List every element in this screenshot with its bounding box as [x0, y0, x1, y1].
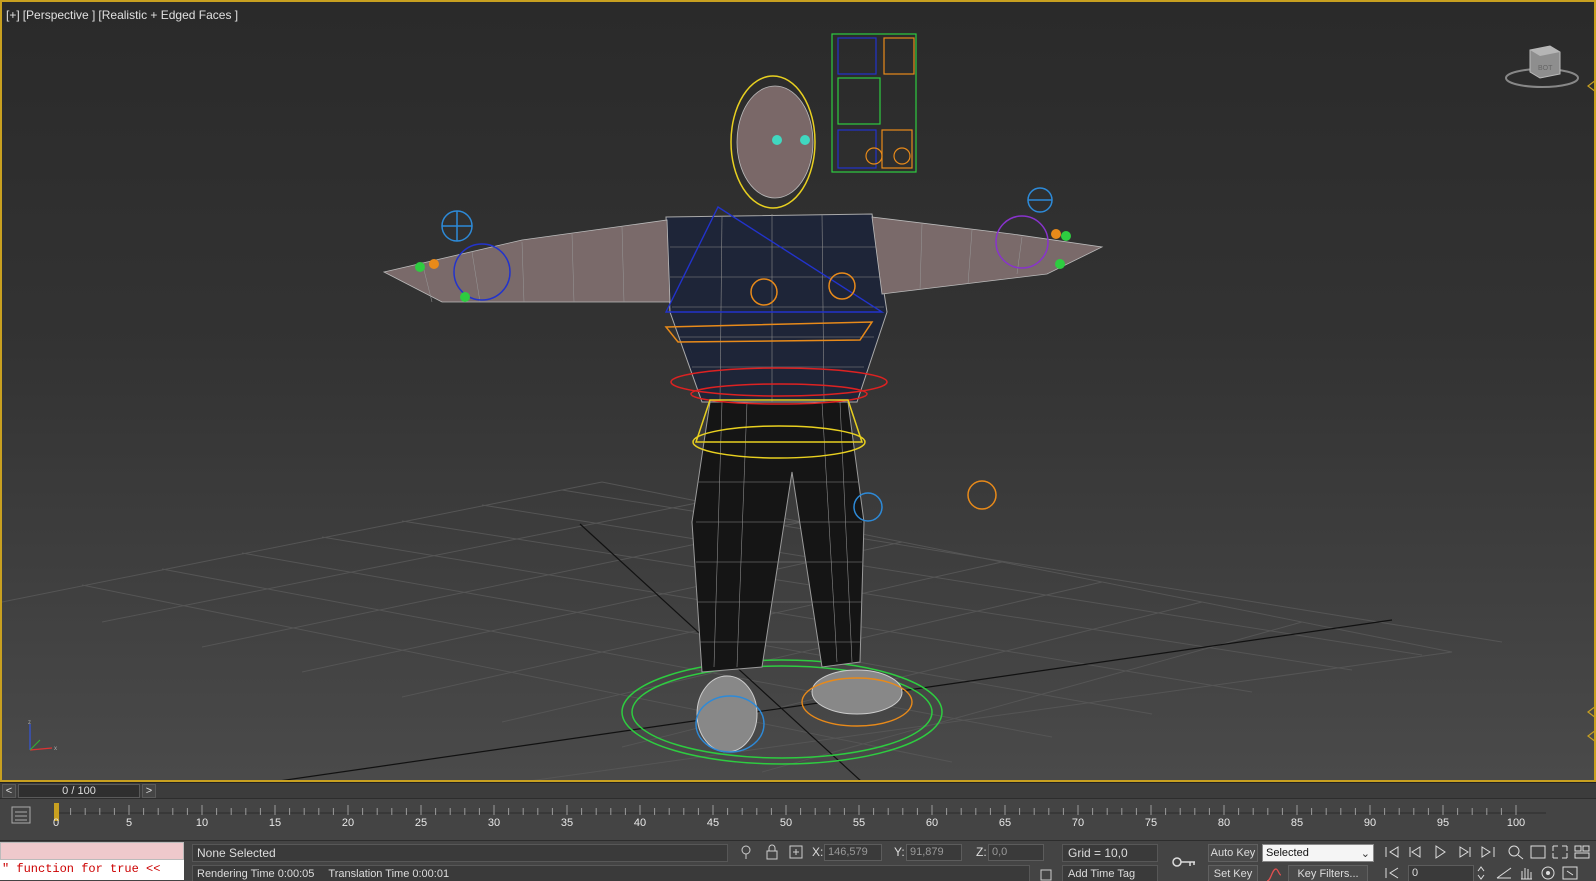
- trackbar-ruler[interactable]: 0 5 10 15 20 25 30 35 40 45 50 55 60 65 70 75 80 85 90 95 10…: [52, 803, 1546, 833]
- scene-canvas[interactable]: [2, 2, 1596, 782]
- svg-text:x: x: [54, 746, 57, 752]
- rendering-time: Rendering Time 0:00:05: [197, 868, 315, 880]
- viewport-general-menu[interactable]: [+]: [6, 8, 20, 22]
- trackbar-tick-label: 60: [925, 817, 939, 829]
- character-head[interactable]: [730, 75, 816, 209]
- prompt-line: Rendering Time 0:00:05 Translation Time 0…: [192, 865, 1030, 881]
- orbit-icon[interactable]: [1538, 864, 1558, 881]
- set-key-button[interactable]: Set Key: [1208, 865, 1258, 881]
- current-frame-field[interactable]: 0: [1408, 865, 1474, 881]
- y-coord-field[interactable]: 91,879: [906, 844, 962, 861]
- viewport-point-of-view-menu[interactable]: [Perspective ]: [23, 8, 96, 22]
- selection-lock-icon[interactable]: [764, 844, 780, 860]
- time-slider[interactable]: < 0 / 100 >: [0, 782, 1596, 798]
- frame-spinner-icon[interactable]: [1476, 864, 1486, 881]
- trackbar-tick-label: 70: [1071, 817, 1085, 829]
- trackbar-tick-label: 95: [1436, 817, 1450, 829]
- maximize-viewport-icon[interactable]: [1560, 864, 1580, 881]
- trackbar-tick-label: 55: [852, 817, 866, 829]
- trackbar-tick-label: 65: [998, 817, 1012, 829]
- maxscript-input[interactable]: [0, 842, 184, 860]
- go-to-end-icon[interactable]: [1478, 843, 1498, 861]
- main-control-circle[interactable]: [621, 659, 943, 765]
- time-slider-next-button[interactable]: >: [142, 784, 156, 798]
- key-mode-value: Selected: [1266, 847, 1309, 859]
- trackbar-tick-label: 0: [52, 817, 60, 829]
- trackbar-tick-label: 100: [1506, 817, 1526, 829]
- time-slider-prev-button[interactable]: <: [2, 784, 16, 798]
- trackbar-tick-label: 80: [1217, 817, 1231, 829]
- z-coord-label: Z:: [976, 845, 987, 859]
- grid-spacing: Grid = 10,0: [1062, 844, 1158, 862]
- key-mode-toggle-icon[interactable]: [1382, 864, 1402, 881]
- auto-key-button[interactable]: Auto Key: [1208, 844, 1258, 862]
- zoom-icon[interactable]: [1506, 843, 1526, 861]
- key-mode-select[interactable]: Selected ⌄: [1262, 844, 1374, 862]
- absolute-mode-transform-icon[interactable]: [788, 844, 804, 860]
- selection-status: None Selected: [192, 844, 728, 862]
- maxscript-mini-listener[interactable]: " function for true <<: [0, 842, 184, 881]
- chevron-down-icon: ⌄: [1360, 848, 1370, 860]
- viewcube-face-label: BOT: [1538, 65, 1553, 72]
- trackbar-tick-label: 75: [1144, 817, 1158, 829]
- set-key-icon[interactable]: [1170, 853, 1198, 871]
- trackbar-tick-label: 40: [633, 817, 647, 829]
- isolate-selection-icon[interactable]: [738, 844, 754, 860]
- time-tag-icon[interactable]: [1038, 867, 1054, 881]
- status-bar: " function for true << None Selected Ren…: [0, 840, 1596, 881]
- viewport-label[interactable]: [+] [Perspective ] [Realistic + Edged Face…: [6, 8, 241, 22]
- key-filters-button[interactable]: Key Filters...: [1288, 865, 1368, 881]
- pan-hand-icon[interactable]: [1516, 864, 1536, 881]
- viewport-shading-menu[interactable]: [Realistic + Edged Faces ]: [98, 8, 238, 22]
- curve-editor-mini-icon[interactable]: [10, 805, 32, 825]
- trackbar-tick-label: 45: [706, 817, 720, 829]
- trackbar-tick-label: 5: [125, 817, 133, 829]
- trackbar[interactable]: 0 5 10 15 20 25 30 35 40 45 50 55 60 65 70 75 80 85 90 95 10…: [0, 798, 1596, 840]
- zoom-extents-icon[interactable]: [1550, 843, 1570, 861]
- facial-control-board[interactable]: [831, 33, 917, 173]
- previous-frame-icon[interactable]: [1406, 843, 1426, 861]
- zoom-extents-all-icon[interactable]: [1572, 843, 1592, 861]
- next-frame-icon[interactable]: [1454, 843, 1474, 861]
- trackbar-tick-label: 30: [487, 817, 501, 829]
- trackbar-tick-label: 10: [195, 817, 209, 829]
- time-slider-thumb[interactable]: 0 / 100: [18, 784, 140, 798]
- viewcube[interactable]: BOT: [1502, 40, 1582, 90]
- trackbar-tick-label: 50: [779, 817, 793, 829]
- zoom-all-icon[interactable]: [1528, 843, 1548, 861]
- field-of-view-icon[interactable]: [1494, 864, 1514, 881]
- maxscript-output[interactable]: " function for true <<: [0, 860, 184, 880]
- z-coord-field[interactable]: 0,0: [988, 844, 1044, 861]
- trackbar-tick-label: 15: [268, 817, 282, 829]
- default-tangent-icon[interactable]: [1266, 867, 1282, 881]
- y-coord-label: Y:: [894, 845, 905, 859]
- x-coord-label: X:: [812, 845, 824, 859]
- go-to-start-icon[interactable]: [1382, 843, 1402, 861]
- add-time-tag[interactable]: Add Time Tag: [1062, 865, 1158, 881]
- trackbar-tick-label: 20: [341, 817, 355, 829]
- trackbar-tick-label: 25: [414, 817, 428, 829]
- translation-time: Translation Time 0:00:01: [328, 868, 450, 880]
- trackbar-tick-label: 35: [560, 817, 574, 829]
- trackbar-tick-label: 90: [1363, 817, 1377, 829]
- play-icon[interactable]: [1430, 843, 1450, 861]
- viewport-edge-markers: [1587, 80, 1594, 742]
- perspective-viewport[interactable]: [+] [Perspective ] [Realistic + Edged Face…: [0, 0, 1596, 782]
- trackbar-tick-label: 85: [1290, 817, 1304, 829]
- svg-text:z: z: [28, 720, 31, 726]
- axis-tripod-icon: z x: [28, 720, 57, 752]
- x-coord-field[interactable]: 146,579: [824, 844, 882, 861]
